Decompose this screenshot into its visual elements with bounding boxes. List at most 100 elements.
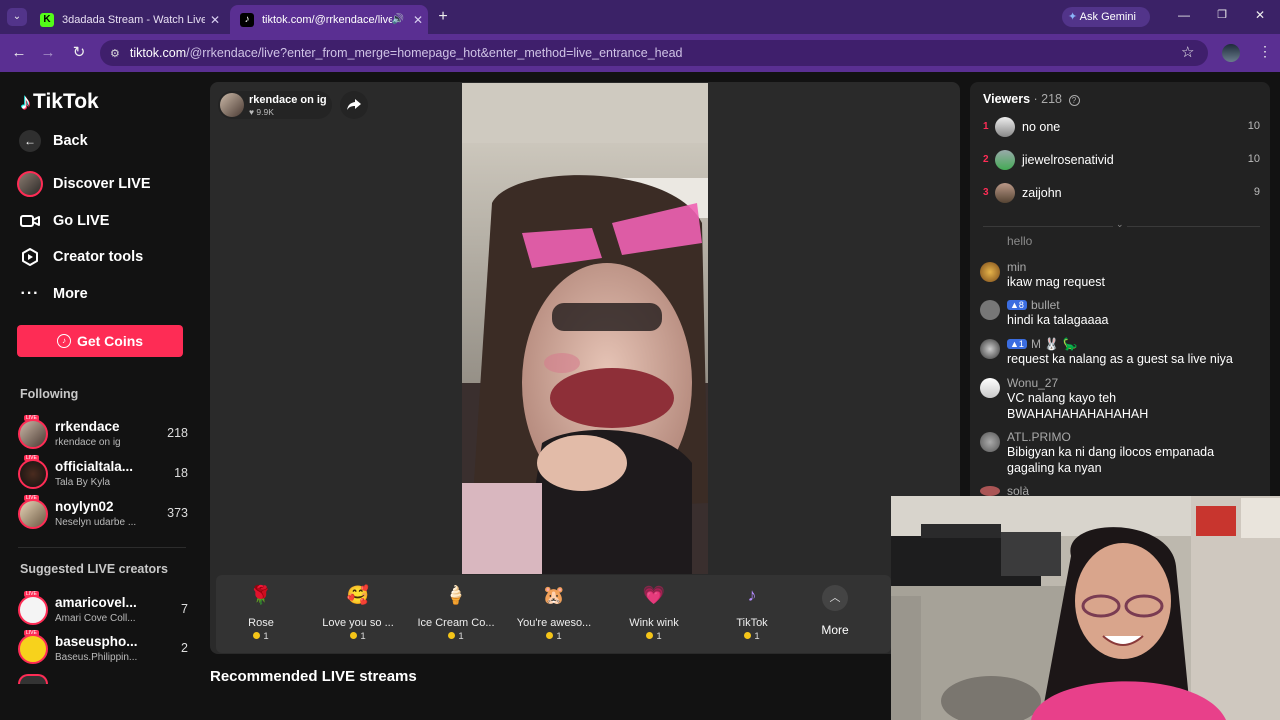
avatar — [18, 499, 48, 529]
avatar[interactable] — [980, 300, 1000, 320]
chevron-up-icon: ︿ — [822, 585, 848, 611]
viewers-header: Viewers · 218 ? — [983, 92, 1080, 106]
tiktok-logo[interactable]: ♪ TikTok — [20, 89, 99, 115]
host-info-chip[interactable]: rkendace on ig ♥ 9.9K — [218, 91, 332, 119]
avatar[interactable] — [980, 486, 1000, 496]
suggested-item-amaricove[interactable]: LIVE amaricovel... Amari Cove Coll... 7 — [18, 591, 188, 627]
coin-icon — [253, 632, 261, 639]
gift-youre-awesome[interactable]: 🐹 You're aweso... 1 — [509, 580, 599, 643]
host-likes: ♥ 9.9K — [249, 107, 274, 117]
recommended-title: Recommended LIVE streams — [210, 668, 417, 685]
love-face-icon: 🥰 — [346, 584, 370, 605]
hamster-icon: 🐹 — [542, 584, 566, 605]
avatar[interactable] — [980, 339, 1000, 359]
share-button[interactable] — [340, 91, 368, 119]
live-badge: LIVE — [24, 455, 39, 461]
close-tab-icon[interactable]: ✕ — [408, 13, 428, 27]
more-gifts-button[interactable]: ︿ More — [810, 585, 860, 637]
avatar[interactable] — [980, 432, 1000, 452]
avatar — [18, 419, 48, 449]
coin-icon — [744, 632, 752, 639]
kick-favicon-icon: K — [40, 12, 54, 27]
avatar — [18, 634, 48, 664]
maximize-button[interactable]: ❐ — [1214, 8, 1230, 21]
gift-love-you-so[interactable]: 🥰 Love you so ... 1 — [313, 580, 403, 643]
tab-tiktok-live[interactable]: ♪ tiktok.com/@rrkendace/live 🔊 ✕ — [230, 5, 428, 34]
address-bar[interactable]: ⚙ tiktok.com/@rrkendace/live?enter_from_… — [100, 40, 1208, 66]
ask-gemini-button[interactable]: ✦ Ask Gemini — [1062, 7, 1150, 27]
suggested-item-baseus[interactable]: LIVE baseuspho... Baseus.Philippin... 2 — [18, 630, 188, 666]
back-arrow-icon[interactable]: ← — [10, 44, 28, 62]
tab-3dadada[interactable]: K 3dadada Stream - Watch Live o ✕ — [30, 5, 225, 34]
live-badge: LIVE — [24, 630, 39, 636]
new-tab-button[interactable]: + — [434, 8, 452, 26]
reload-icon[interactable]: ↻ — [70, 44, 88, 62]
suggested-title: Suggested LIVE creators — [20, 562, 168, 576]
gift-wink-wink[interactable]: 💗 Wink wink 1 — [609, 580, 699, 643]
bookmark-star-icon[interactable]: ☆ — [1181, 43, 1194, 61]
coin-icon — [546, 632, 554, 639]
profile-avatar[interactable] — [1222, 44, 1240, 62]
avatar — [18, 674, 48, 684]
gift-tiktok[interactable]: ♪ TikTok 1 — [707, 580, 797, 643]
heart-icon: ♥ — [249, 107, 255, 117]
gemini-spark-icon: ✦ — [1068, 11, 1078, 23]
avatar — [995, 183, 1015, 203]
avatar[interactable] — [980, 378, 1000, 398]
video-camera-icon — [16, 207, 44, 235]
live-badge: LIVE — [24, 591, 39, 597]
browser-menu-icon[interactable]: ⋮ — [1258, 43, 1272, 60]
tab-search-button[interactable]: ⌄ — [7, 8, 27, 26]
speaker-icon[interactable]: 🔊 — [392, 14, 404, 25]
get-coins-button[interactable]: ♪ Get Coins — [17, 325, 183, 357]
top-viewer-row[interactable]: 2 jiewelrosenativid 10 — [983, 150, 1260, 172]
url-path: /@rrkendace/live?enter_from_merge=homepa… — [186, 46, 683, 60]
share-arrow-icon — [347, 99, 361, 110]
coin-icon — [646, 632, 654, 639]
gift-rose[interactable]: 🌹 Rose 1 — [216, 580, 306, 643]
divider — [18, 547, 186, 548]
live-badge: LIVE — [24, 415, 39, 421]
following-title: Following — [20, 387, 79, 401]
following-item-rrkendace[interactable]: LIVE rrkendace rkendace on ig 218 — [18, 415, 188, 451]
back-arrow-icon: ← — [16, 127, 44, 155]
nav-creator-tools[interactable]: Creator tools — [16, 243, 143, 271]
minimize-button[interactable]: — — [1176, 8, 1192, 22]
top-viewer-row[interactable]: 1 no one 10 — [983, 117, 1260, 139]
following-item-officialtala[interactable]: LIVE officialtala... Tala By Kyla 18 — [18, 455, 188, 491]
host-avatar — [220, 93, 244, 117]
back-link[interactable]: ← Back — [16, 127, 88, 155]
coin-icon — [350, 632, 358, 639]
nav-go-live[interactable]: Go LIVE — [16, 207, 109, 235]
close-tab-icon[interactable]: ✕ — [205, 13, 225, 27]
coin-icon: ♪ — [56, 334, 71, 348]
tiktok-note-icon: ♪ — [20, 89, 31, 114]
level-badge: ▲8 — [1007, 300, 1027, 310]
ice-cream-icon: 🍦 — [444, 584, 468, 605]
level-badge: ▲1 — [1007, 339, 1027, 349]
following-item-noylyn02[interactable]: LIVE noylyn02 Neselyn udarbe ... 373 — [18, 495, 188, 531]
forward-arrow-icon[interactable]: → — [39, 44, 57, 62]
heart-wink-icon: 💗 — [642, 584, 666, 605]
site-info-icon[interactable]: ⚙ — [110, 47, 120, 60]
creator-tools-icon — [16, 243, 44, 271]
url-host: tiktok.com — [129, 46, 187, 60]
more-dots-icon: ··· — [20, 285, 40, 302]
nav-more[interactable]: ··· More — [16, 280, 88, 308]
coin-icon — [448, 632, 456, 639]
tiktok-favicon-icon: ♪ — [240, 12, 254, 27]
browser-tab-bar: ⌄ K 3dadada Stream - Watch Live o ✕ ♪ ti… — [0, 0, 1280, 34]
tiktok-note-icon: ♪ — [747, 584, 757, 605]
top-viewer-row[interactable]: 3 zaijohn 9 — [983, 183, 1260, 205]
discover-live-icon — [16, 170, 44, 198]
expand-chevron-icon[interactable]: ⌄ — [1113, 219, 1127, 230]
nav-discover-live[interactable]: Discover LIVE — [16, 170, 151, 198]
avatar[interactable] — [980, 262, 1000, 282]
help-icon[interactable]: ? — [1068, 95, 1080, 106]
webcam-overlay — [891, 496, 1280, 720]
close-window-button[interactable]: ✕ — [1252, 8, 1268, 22]
avatar — [18, 459, 48, 489]
gift-ice-cream[interactable]: 🍦 Ice Cream Co... 1 — [411, 580, 501, 643]
live-video[interactable] — [462, 83, 708, 574]
rose-icon: 🌹 — [249, 584, 273, 605]
